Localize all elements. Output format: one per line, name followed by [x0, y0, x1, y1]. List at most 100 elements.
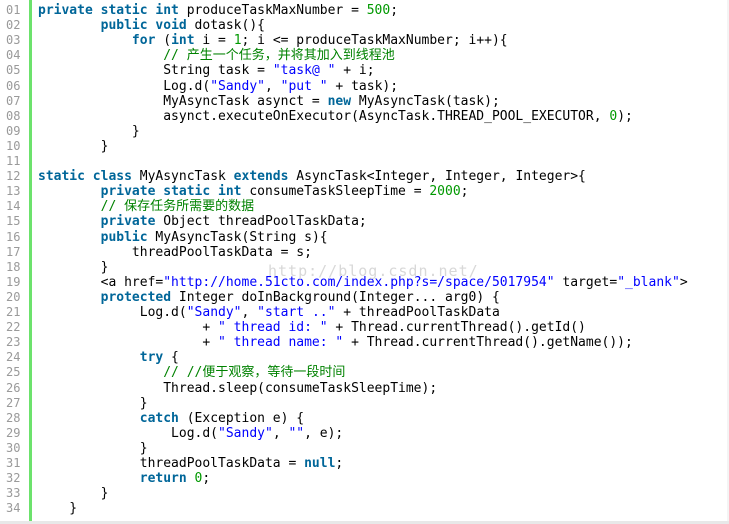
code-text: } [38, 138, 109, 154]
line-number: 17 [6, 244, 21, 259]
code-line: 23 + " thread name: " + Thread.currentTh… [0, 335, 729, 350]
code-token: private static int [100, 184, 242, 200]
code-token: extends [233, 169, 289, 185]
code-text: threadPoolTaskData = null; [38, 456, 344, 471]
code-text: // //便于观察，等待一段时间 [38, 365, 345, 380]
code-token: } [38, 486, 109, 502]
line-number: 19 [6, 274, 21, 289]
code-text: } [38, 396, 148, 411]
code-token: 1 [233, 33, 242, 49]
code-token: "Sandy" [210, 78, 265, 94]
code-token: 2000 [429, 184, 461, 200]
code-text: public void dotask(){ [38, 18, 265, 33]
code-line: 25 // //便于观察，等待一段时间 [0, 365, 729, 380]
code-text: asynct.executeOnExecutor(AsyncTask.THREA… [38, 109, 633, 124]
line-number: 33 [6, 486, 21, 501]
code-line: 16 public MyAsyncTask(String s){ [0, 230, 729, 245]
code-token: ; [460, 184, 469, 200]
code-token: } [38, 138, 109, 154]
line-number: 15 [6, 214, 21, 229]
code-text: Log.d("Sandy", "start .." + threadPoolTa… [38, 305, 500, 320]
code-token: "" [288, 425, 305, 441]
code-token: "Sandy" [218, 425, 273, 441]
code-viewer: 0 1 private static int produceTaskMaxNumbe… [0, 0, 729, 524]
line-number: 34 [6, 501, 21, 516]
code-token: , e); [304, 425, 344, 441]
code-token: dotask(){ [186, 18, 265, 34]
code-token: + Thread.currentThread().getId() [327, 320, 586, 336]
code-token: threadPoolTaskData = [38, 456, 305, 471]
code-text: public MyAsyncTask(String s){ [38, 230, 328, 245]
code-token: } [38, 123, 140, 139]
line-number: 23 [6, 335, 21, 350]
code-text: private static int produceTaskMaxNumber … [38, 3, 398, 18]
code-token: 500 [366, 3, 391, 18]
code-line: 07 MyAsyncTask asynct = new MyAsyncTask(… [0, 94, 729, 109]
code-line: 24 try { [0, 350, 729, 365]
code-token: } [38, 395, 148, 411]
code-token: > [679, 274, 688, 290]
code-text: catch (Exception e) { [38, 411, 304, 426]
link-text[interactable]: "_blank" [617, 275, 680, 290]
code-token: Integer doInBackground(Integer... arg0) … [171, 289, 500, 305]
code-token: } [38, 501, 78, 517]
code-token: produceTaskMaxNumber = [178, 3, 367, 18]
code-text: // 保存任务所需要的数据 [38, 199, 254, 214]
code-token: (Exception e) { [178, 410, 305, 426]
code-token: <a href= [38, 274, 164, 290]
code-line: 02 public void dotask(){ [0, 18, 729, 33]
code-line: 22 + " thread id: " + Thread.currentThre… [0, 320, 729, 335]
code-line: 30 } [0, 441, 729, 456]
code-token: for [131, 33, 156, 49]
line-number: 07 [6, 93, 21, 108]
code-token: " thread name: " [218, 335, 344, 351]
code-token: Log.d( [38, 305, 187, 320]
code-line: 26 Thread.sleep(consumeTaskSleepTime); [0, 381, 729, 396]
code-token: threadPoolTaskData = s; [38, 244, 312, 260]
code-line: 09 } [0, 124, 729, 139]
line-number: 11 [6, 154, 21, 168]
code-token: target= [554, 274, 618, 290]
code-line: 13 private static int consumeTaskSleepTi… [0, 184, 729, 199]
code-token: " thread id: " [218, 320, 328, 336]
code-token: static class [38, 169, 132, 185]
code-line: 29 Log.d("Sandy", "", e); [0, 426, 729, 441]
code-line: 10 } [0, 139, 729, 154]
line-number: 25 [6, 365, 21, 380]
line-number: 29 [6, 425, 21, 440]
line-number: 10 [6, 138, 21, 153]
code-token: + task); [327, 78, 399, 94]
code-token: "put " [280, 78, 328, 94]
code-line: 06 Log.d("Sandy", "put " + task); [0, 79, 729, 94]
code-token: asynct.executeOnExecutor(AsyncTask.THREA… [38, 108, 610, 124]
code-text: for (int i = 1; i <= produceTaskMaxNumbe… [38, 33, 508, 48]
code-token: ; [390, 3, 399, 18]
code-token: ); [617, 108, 633, 124]
code-token: { [163, 350, 179, 366]
code-line: 14 // 保存任务所需要的数据 [0, 199, 729, 214]
code-text: + " thread id: " + Thread.currentThread(… [38, 320, 586, 335]
line-number: 08 [6, 108, 21, 123]
line-number: 24 [6, 350, 21, 365]
code-token: Object threadPoolTaskData; [155, 214, 367, 230]
line-number: 27 [6, 395, 21, 410]
code-line: 05 String task = "task@ " + i; [0, 63, 729, 78]
code-text: + " thread name: " + Thread.currentThrea… [38, 335, 632, 351]
code-line: 21 Log.d("Sandy", "start .." + threadPoo… [0, 305, 729, 320]
code-text: String task = "task@ " + i; [38, 63, 374, 78]
line-number: 03 [6, 33, 21, 48]
code-text: } [38, 260, 109, 275]
code-token: new [327, 93, 352, 109]
code-token: try [139, 350, 164, 366]
code-text: } [38, 441, 148, 456]
code-token: catch [139, 410, 179, 426]
code-text: Thread.sleep(consumeTaskSleepTime); [38, 381, 437, 396]
code-token: MyAsyncTask asynct = [38, 93, 328, 109]
code-line: 28 catch (Exception e) { [0, 411, 729, 426]
code-line: 31 threadPoolTaskData = null; [0, 456, 729, 471]
code-token: 0 [609, 108, 618, 124]
